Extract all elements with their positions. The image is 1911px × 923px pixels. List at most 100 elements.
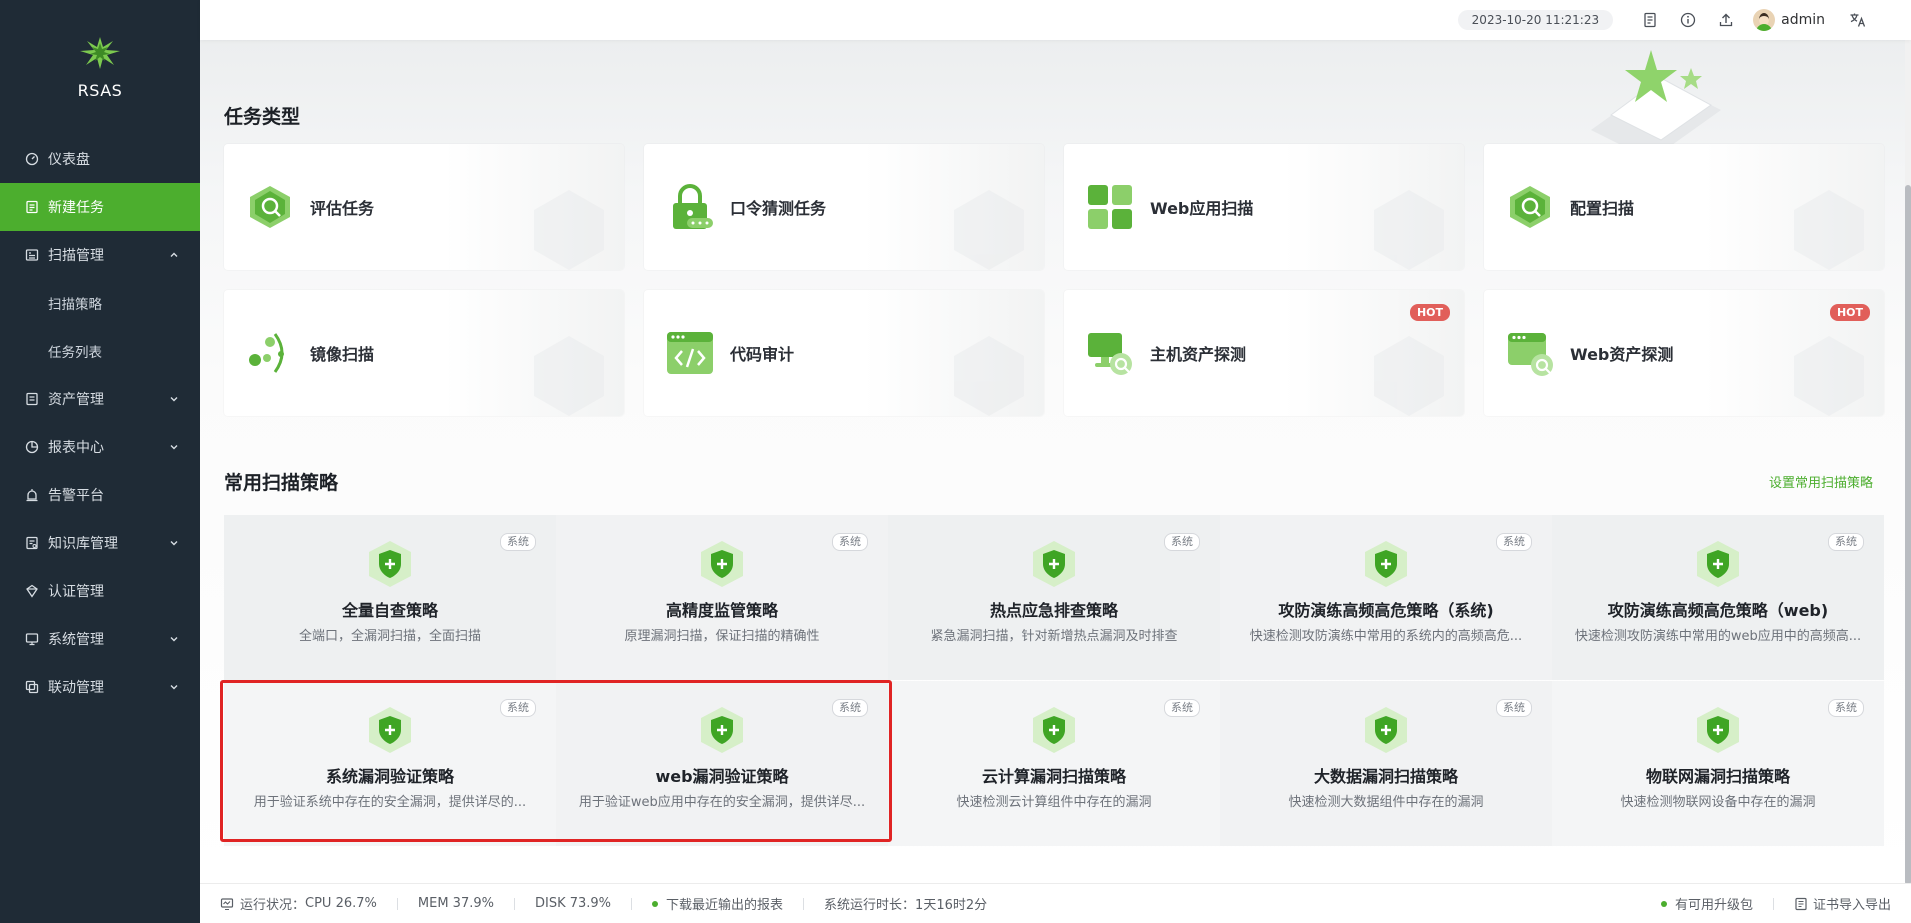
policy-desc: 全端口，全漏洞扫描，全面扫描 bbox=[298, 629, 481, 644]
cert-import-export-link[interactable]: 证书导入导出 bbox=[1794, 894, 1891, 913]
certificate-icon bbox=[1795, 897, 1807, 910]
card-decoration bbox=[954, 336, 1024, 416]
policy-desc: 用于验证web应用中存在的安全漏洞，提供详尽... bbox=[578, 795, 866, 810]
scrollbar-thumb[interactable] bbox=[1905, 185, 1911, 885]
task-card-password-guess[interactable]: 口令猜测任务 bbox=[644, 144, 1044, 270]
policy-desc: 紧急漏洞扫描，针对新增热点漏洞及时排查 bbox=[930, 629, 1178, 644]
policy-card[interactable]: 系统 系统漏洞验证策略 用于验证系统中存在的安全漏洞，提供详尽的... bbox=[224, 681, 556, 846]
sidebar-item-report-center[interactable]: 报表中心 bbox=[0, 423, 200, 471]
task-card-code-audit[interactable]: 代码审计 bbox=[644, 290, 1044, 416]
policy-title: 高精度监管策略 bbox=[665, 601, 778, 620]
sidebar-item-auth-management[interactable]: 认证管理 bbox=[0, 567, 200, 615]
card-decoration bbox=[954, 190, 1024, 270]
chevron-up-icon bbox=[168, 249, 180, 261]
assessment-icon bbox=[244, 181, 296, 233]
system-tag: 系统 bbox=[1828, 533, 1864, 551]
avatar bbox=[1753, 9, 1776, 31]
sidebar-subitem-scan-policy[interactable]: 扫描策略 bbox=[0, 279, 200, 327]
sidebar-item-knowledge-base[interactable]: 知识库管理 bbox=[0, 519, 200, 567]
policy-card[interactable]: 系统 web漏洞验证策略 用于验证web应用中存在的安全漏洞，提供详尽... bbox=[556, 681, 888, 846]
task-types-title: 任务类型 bbox=[224, 106, 301, 128]
sidebar-item-dashboard[interactable]: 仪表盘 bbox=[0, 135, 200, 183]
document-icon[interactable] bbox=[1640, 10, 1660, 30]
policy-card[interactable]: 系统 大数据漏洞扫描策略 快速检测大数据组件中存在的漏洞 bbox=[1220, 681, 1552, 846]
policy-card[interactable]: 系统 全量自查策略 全端口，全漏洞扫描，全面扫描 bbox=[224, 515, 556, 680]
shield-icon bbox=[701, 541, 743, 587]
mem-usage: MEM 37.9% bbox=[417, 896, 494, 911]
datetime-display: 2023-10-20 11:21:23 bbox=[1457, 10, 1614, 30]
shield-icon bbox=[1033, 541, 1075, 587]
download-report-link[interactable]: 下载最近输出的报表 bbox=[652, 894, 783, 913]
app-name: RSAS bbox=[77, 81, 123, 100]
shield-icon bbox=[369, 541, 411, 587]
policy-card[interactable]: 系统 高精度监管策略 原理漏洞扫描，保证扫描的精确性 bbox=[556, 515, 888, 680]
upgrade-available-link[interactable]: 有可用升级包 bbox=[1660, 894, 1753, 913]
card-decoration bbox=[1374, 336, 1444, 416]
status-dot bbox=[1660, 900, 1667, 907]
policy-card[interactable]: 系统 物联网漏洞扫描策略 快速检测物联网设备中存在的漏洞 bbox=[1552, 681, 1884, 846]
policy-card[interactable]: 系统 热点应急排查策略 紧急漏洞扫描，针对新增热点漏洞及时排查 bbox=[888, 515, 1220, 680]
task-card-image-scan[interactable]: 镜像扫描 bbox=[224, 290, 624, 416]
system-tag: 系统 bbox=[832, 699, 868, 717]
shield-icon bbox=[1365, 541, 1407, 587]
policy-card[interactable]: 系统 攻防演练高频高危策略（web) 快速检测攻防演练中常用的web应用中的高频… bbox=[1552, 515, 1884, 680]
task-card-label: Web应用扫描 bbox=[1150, 199, 1254, 218]
sidebar-item-label: 知识库管理 bbox=[48, 536, 118, 552]
shield-icon bbox=[1033, 707, 1075, 753]
download-report-label: 下载最近输出的报表 bbox=[666, 898, 784, 913]
sidebar-item-scan-management[interactable]: 扫描管理 bbox=[0, 231, 200, 279]
report-icon bbox=[24, 439, 40, 455]
task-card-web-app-scan[interactable]: Web应用扫描 bbox=[1064, 144, 1464, 270]
policy-card[interactable]: 系统 攻防演练高频高危策略（系统) 快速检测攻防演练中常用的系统内的高频高危..… bbox=[1220, 515, 1552, 680]
divider bbox=[631, 897, 633, 910]
upgrade-label: 有可用升级包 bbox=[1674, 898, 1753, 913]
vertical-scrollbar[interactable] bbox=[1905, 40, 1911, 885]
task-card-host-asset[interactable]: 主机资产探测 HOT bbox=[1064, 290, 1464, 416]
task-card-assessment[interactable]: 评估任务 bbox=[224, 144, 624, 270]
info-icon[interactable] bbox=[1678, 10, 1698, 30]
top-bar: 2023-10-20 11:21:23 admin bbox=[200, 0, 1911, 40]
system-icon bbox=[24, 631, 40, 647]
divider bbox=[396, 897, 398, 910]
chevron-down-icon bbox=[168, 441, 180, 453]
chevron-down-icon bbox=[168, 681, 180, 693]
sidebar-item-alarm-platform[interactable]: 告警平台 bbox=[0, 471, 200, 519]
system-tag: 系统 bbox=[1828, 699, 1864, 717]
sidebar-item-label: 认证管理 bbox=[48, 584, 104, 600]
sidebar-item-label: 资产管理 bbox=[48, 392, 104, 408]
sidebar-item-label: 新建任务 bbox=[48, 200, 104, 216]
task-card-web-asset[interactable]: Web资产探测 HOT bbox=[1484, 290, 1884, 416]
system-tag: 系统 bbox=[1164, 699, 1200, 717]
status-group: 运行状况： CPU 26.7% bbox=[220, 894, 377, 913]
card-decoration bbox=[1374, 190, 1444, 270]
sidebar-item-new-task[interactable]: 新建任务 bbox=[0, 183, 200, 231]
policy-desc: 用于验证系统中存在的安全漏洞，提供详尽的... bbox=[253, 795, 527, 810]
knowledge-icon bbox=[24, 535, 40, 551]
sidebar-item-linkage-management[interactable]: 联动管理 bbox=[0, 663, 200, 711]
sidebar-item-label: 联动管理 bbox=[48, 680, 104, 696]
set-common-policies-link[interactable]: 设置常用扫描策略 bbox=[1769, 472, 1873, 491]
card-decoration bbox=[534, 336, 604, 416]
sidebar-item-label: 报表中心 bbox=[48, 440, 104, 456]
linkage-icon bbox=[24, 679, 40, 695]
alarm-icon bbox=[24, 487, 40, 503]
task-card-config-scan[interactable]: 配置扫描 bbox=[1484, 144, 1884, 270]
scan-management-icon bbox=[24, 247, 40, 263]
card-decoration bbox=[1794, 336, 1864, 416]
task-card-label: 配置扫描 bbox=[1570, 199, 1635, 218]
system-tag: 系统 bbox=[832, 533, 868, 551]
disk-usage: DISK 73.9% bbox=[534, 896, 612, 911]
user-menu[interactable]: admin bbox=[1753, 9, 1825, 31]
card-decoration bbox=[1794, 190, 1864, 270]
upload-icon[interactable] bbox=[1716, 10, 1736, 30]
sidebar-item-asset-management[interactable]: 资产管理 bbox=[0, 375, 200, 423]
policy-desc: 快速检测攻防演练中常用的系统内的高频高危... bbox=[1249, 629, 1523, 644]
sidebar-subitem-task-list[interactable]: 任务列表 bbox=[0, 327, 200, 375]
translate-icon[interactable] bbox=[1848, 10, 1868, 30]
system-tag: 系统 bbox=[500, 699, 536, 717]
policy-title: 云计算漏洞扫描策略 bbox=[981, 767, 1126, 786]
card-decoration bbox=[534, 190, 604, 270]
sidebar-item-system-management[interactable]: 系统管理 bbox=[0, 615, 200, 663]
shield-icon bbox=[701, 707, 743, 753]
policy-card[interactable]: 系统 云计算漏洞扫描策略 快速检测云计算组件中存在的漏洞 bbox=[888, 681, 1220, 846]
